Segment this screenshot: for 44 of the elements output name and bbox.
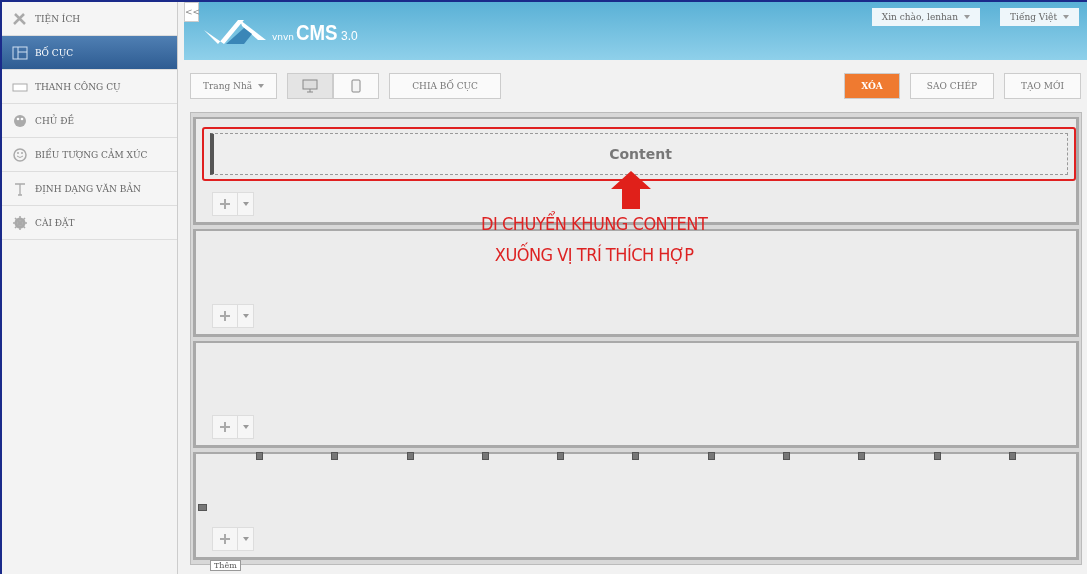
layout-icon bbox=[12, 45, 28, 60]
plus-icon bbox=[219, 421, 231, 434]
caret-icon bbox=[242, 201, 249, 206]
language-menu[interactable]: Tiếng Việt bbox=[1000, 8, 1079, 26]
caret-icon bbox=[242, 313, 249, 318]
monitor-icon bbox=[302, 79, 319, 93]
caret-icon bbox=[258, 84, 265, 88]
sidebar-item[interactable]: BỐ CỤC bbox=[2, 36, 177, 70]
resize-handle[interactable] bbox=[256, 452, 263, 461]
resize-handle[interactable] bbox=[198, 504, 207, 512]
page-select[interactable]: Trang Nhã bbox=[190, 73, 278, 99]
split-layout-button[interactable]: CHIA BỐ CỤC bbox=[389, 73, 501, 99]
annotation-text: XUỐNG VỊ TRÍ THÍCH HỢP bbox=[494, 244, 694, 265]
collapse-button[interactable]: << bbox=[184, 2, 199, 22]
text-format-icon bbox=[12, 181, 28, 196]
logo-brand: vnvn bbox=[272, 32, 295, 42]
resize-handle[interactable] bbox=[1008, 452, 1016, 461]
action-button[interactable]: TẠO MỚI bbox=[1004, 73, 1081, 99]
plus-icon bbox=[219, 533, 231, 545]
resize-handle[interactable] bbox=[406, 452, 414, 461]
annotation-text: DI CHUYỂN KHUNG CONTENT bbox=[481, 213, 708, 234]
plus-icon bbox=[219, 309, 231, 322]
resize-handle[interactable] bbox=[783, 452, 791, 461]
phone-icon bbox=[351, 79, 362, 93]
logo-title: CMS bbox=[296, 20, 338, 46]
resize-handle[interactable] bbox=[481, 452, 489, 461]
resize-handle[interactable] bbox=[331, 452, 339, 461]
resize-handle[interactable] bbox=[933, 452, 941, 461]
smiley-icon bbox=[12, 147, 28, 162]
resize-handle[interactable] bbox=[557, 452, 565, 461]
resize-handle[interactable] bbox=[632, 452, 640, 461]
gear-icon bbox=[12, 215, 28, 230]
resize-handle[interactable] bbox=[707, 452, 715, 461]
caret-icon bbox=[964, 15, 970, 19]
user-menu[interactable]: Xin chào, lenhan bbox=[871, 8, 980, 26]
caret-icon bbox=[1063, 15, 1069, 19]
caret-icon bbox=[242, 537, 249, 541]
logo-version: 3.0 bbox=[340, 29, 358, 43]
caret-icon bbox=[242, 425, 249, 430]
content-block[interactable]: Content bbox=[210, 133, 1068, 175]
action-button[interactable]: SAO CHÉP bbox=[909, 73, 995, 99]
tooltip: Thêm bbox=[210, 560, 241, 571]
plus-icon bbox=[219, 197, 231, 210]
resize-handle[interactable] bbox=[858, 452, 866, 461]
